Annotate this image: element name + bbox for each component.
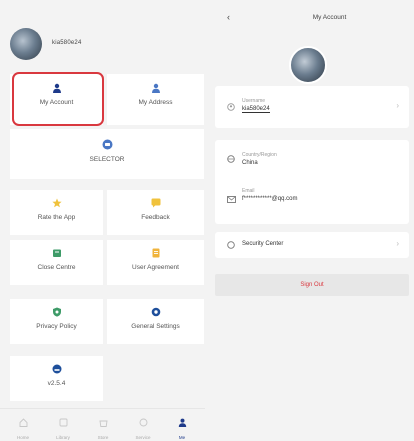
region-value: China	[242, 160, 258, 166]
username-value: kia580e24	[242, 106, 270, 113]
person-icon	[52, 83, 61, 93]
tab-store[interactable]: Store	[88, 414, 118, 440]
box-icon	[52, 249, 61, 257]
globe-icon	[227, 155, 235, 163]
email-row[interactable]: Email f************@qq.com	[215, 184, 409, 220]
my-address-tile[interactable]: My Address	[107, 74, 204, 125]
username-row[interactable]: Username kia580e24 ›	[215, 86, 409, 128]
user-agreement-label: User Agreement	[132, 264, 179, 271]
library-icon	[59, 418, 67, 427]
security-label: Security Center	[242, 241, 284, 247]
profile-header: kia580e24	[0, 0, 205, 66]
selector-label: SELECTOR	[89, 156, 125, 163]
user-icon	[227, 103, 235, 111]
chevron-right-icon: ›	[396, 101, 399, 110]
tab-service[interactable]: Service	[128, 414, 158, 440]
tab-library-label: Library	[56, 435, 70, 440]
tab-me-label: Me	[178, 435, 186, 440]
rate-app-tile[interactable]: Rate the App	[10, 190, 103, 235]
sign-out-button[interactable]: Sign Out	[215, 274, 409, 296]
tab-service-label: Service	[135, 435, 151, 440]
star-icon	[51, 198, 62, 208]
document-icon	[152, 248, 159, 258]
contact-card: Country/Region China Email f************…	[215, 140, 409, 224]
tab-home-label: Home	[16, 435, 29, 440]
store-icon	[98, 420, 108, 427]
home-icon	[19, 418, 27, 427]
version-label: v2.5.4	[47, 380, 66, 387]
username-card[interactable]: Username kia580e24 ›	[215, 86, 409, 128]
avatar[interactable]	[289, 46, 327, 84]
my-account-panel: ‹ My Account Username kia580e24 › Countr…	[205, 0, 414, 441]
privacy-policy-tile[interactable]: Privacy Policy	[10, 299, 103, 344]
security-row[interactable]: Security Center ›	[215, 232, 409, 258]
tab-store-label: Store	[97, 435, 109, 440]
tab-me[interactable]: Me	[167, 414, 197, 440]
email-key: Email	[242, 188, 255, 194]
close-centre-tile[interactable]: Close Centre	[10, 240, 103, 285]
shield-icon	[52, 307, 61, 317]
page-title: My Account	[312, 14, 347, 21]
lock-icon	[227, 241, 235, 249]
profile-panel: kia580e24 My Account My Address SELECTOR…	[0, 0, 205, 441]
my-account-tile[interactable]: My Account	[10, 74, 103, 125]
email-value: f************@qq.com	[242, 196, 298, 202]
person-icon	[178, 418, 186, 427]
version-tile[interactable]: v2.5.4	[10, 356, 103, 401]
username-label: kia580e24	[52, 40, 82, 46]
general-settings-tile[interactable]: General Settings	[107, 299, 204, 344]
info-icon	[52, 364, 61, 374]
user-agreement-tile[interactable]: User Agreement	[107, 240, 204, 285]
privacy-policy-label: Privacy Policy	[36, 323, 77, 330]
username-key: Username	[242, 98, 266, 104]
my-address-label: My Address	[138, 99, 173, 106]
service-icon	[139, 418, 147, 427]
selector-tile[interactable]: SELECTOR	[10, 129, 204, 179]
mail-icon	[227, 196, 236, 203]
region-key: Country/Region	[242, 152, 277, 158]
tab-library[interactable]: Library	[48, 414, 78, 440]
tab-home[interactable]: Home	[8, 414, 38, 440]
device-icon	[102, 139, 112, 150]
avatar[interactable]	[10, 28, 42, 60]
my-account-label: My Account	[39, 99, 74, 106]
rate-app-label: Rate the App	[37, 214, 76, 221]
feedback-tile[interactable]: Feedback	[107, 190, 204, 235]
close-centre-label: Close Centre	[37, 264, 76, 271]
general-settings-label: General Settings	[131, 323, 180, 330]
address-icon	[151, 83, 160, 93]
chevron-right-icon: ›	[396, 239, 399, 248]
bottom-tab-bar: Home Library Store Service Me	[0, 408, 205, 441]
chat-icon	[151, 198, 160, 208]
gear-icon	[151, 307, 160, 317]
feedback-label: Feedback	[141, 214, 170, 221]
region-row[interactable]: Country/Region China	[215, 140, 409, 176]
security-card[interactable]: Security Center ›	[215, 232, 409, 258]
